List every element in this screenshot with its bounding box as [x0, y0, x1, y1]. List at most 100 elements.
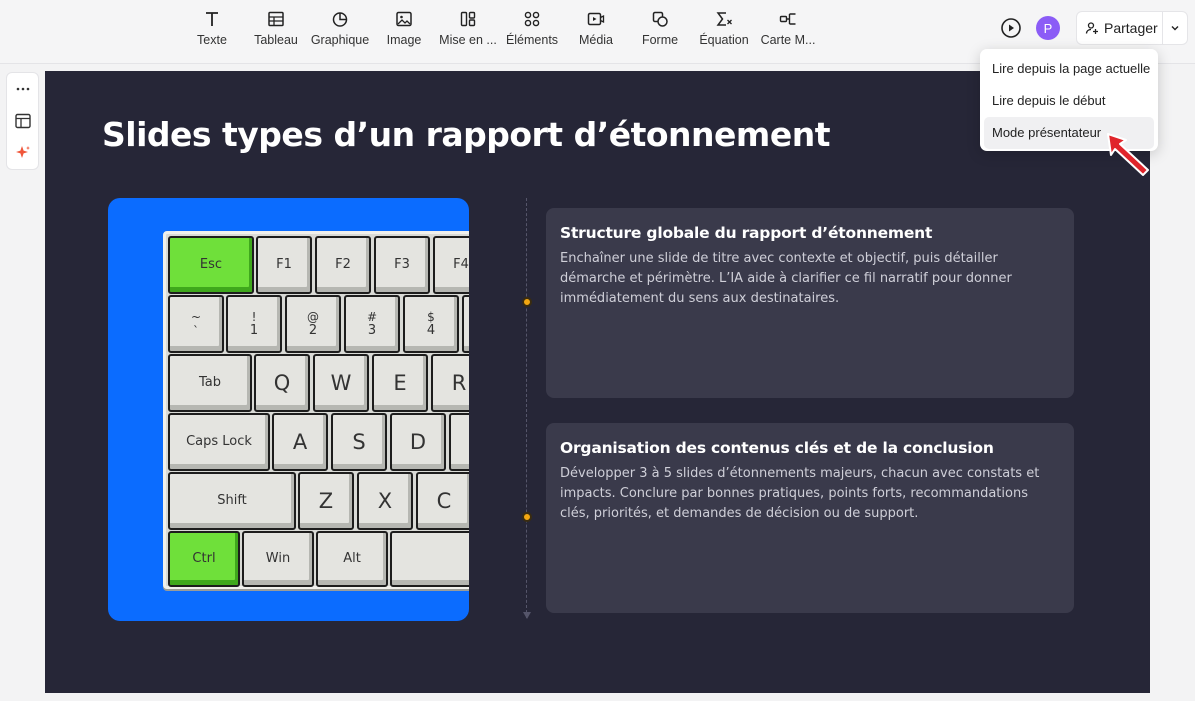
tool-label: Mise en ... — [439, 33, 497, 47]
slide-canvas[interactable]: Slides types d’un rapport d’étonnement E… — [45, 71, 1150, 693]
key-c: C — [416, 472, 469, 530]
card-body: Enchaîner une slide de titre avec contex… — [560, 251, 1012, 306]
key-s: S — [331, 413, 387, 471]
tool-label: Média — [578, 33, 614, 47]
key-label-top: $ — [427, 310, 435, 324]
key-label: S — [352, 430, 366, 454]
key-label: Shift — [217, 493, 247, 508]
chart-icon — [332, 12, 348, 27]
key-label: Ctrl — [192, 551, 216, 566]
tool-mindmap-button[interactable]: Carte M... — [750, 8, 826, 56]
add-user-icon — [1085, 22, 1098, 34]
tool-label: Carte M... — [760, 33, 816, 47]
key-tab: Tab — [168, 354, 252, 412]
slide-title[interactable]: Slides types d’un rapport d’étonnement — [102, 115, 830, 154]
key-ctrl: Ctrl — [168, 531, 240, 587]
timeline-dot — [522, 297, 532, 307]
timeline-dot — [522, 512, 532, 522]
key-label-bottom: 1 — [249, 323, 259, 338]
ai-sparkle-icon[interactable] — [14, 144, 32, 162]
key-label: Alt — [343, 551, 361, 566]
key-space — [390, 531, 469, 587]
share-button[interactable]: Partager — [1077, 12, 1163, 44]
key-1: ! 1 — [226, 295, 282, 353]
key-label: F4 — [453, 257, 469, 272]
key-label-top: # — [366, 310, 378, 324]
key-label: Esc — [199, 257, 223, 272]
key-4: $4 — [403, 295, 459, 353]
key-label: X — [377, 489, 393, 513]
key-f — [449, 413, 469, 471]
key-label-bottom: 2 — [308, 323, 318, 338]
key-label-top: @ — [307, 310, 319, 324]
mindmap-icon — [779, 13, 796, 25]
key-label: E — [393, 371, 407, 395]
equation-icon — [716, 12, 732, 26]
tool-label: Éléments — [505, 33, 559, 47]
key-label: D — [409, 430, 427, 454]
keyboard-image[interactable]: Esc F1 F2 F3 F4 ~ ` ! 1 @2 #3 $4 Tab Q W E… — [108, 198, 469, 621]
play-icon[interactable] — [1000, 17, 1022, 39]
key-label: W — [330, 371, 352, 395]
left-mini-toolbar — [6, 72, 39, 170]
key-label-bottom: ` — [193, 324, 199, 338]
card-title: Structure globale du rapport d’étonnemen… — [560, 224, 933, 242]
key-win: Win — [242, 531, 314, 587]
image-icon — [396, 11, 412, 27]
key-d: D — [390, 413, 446, 471]
key-e: E — [372, 354, 428, 412]
key-label-top: ! — [251, 310, 257, 324]
key-f2: F2 — [315, 236, 371, 294]
tool-label: Texte — [197, 33, 227, 47]
key-label: Z — [318, 489, 334, 513]
table-icon — [268, 11, 284, 27]
key-label-bottom: 3 — [367, 323, 377, 338]
key-q: Q — [254, 354, 310, 412]
card-body: Développer 3 à 5 slides d’étonnements ma… — [560, 466, 1040, 521]
key-x: X — [357, 472, 413, 530]
card-title: Organisation des contenus clés et de la … — [560, 439, 994, 457]
content-card[interactable]: Organisation des contenus clés et de la … — [546, 423, 1074, 613]
key-label: F3 — [394, 257, 410, 272]
key-f3: F3 — [374, 236, 430, 294]
share-button-group: Partager — [1076, 11, 1188, 45]
tool-label: Graphique — [310, 33, 370, 47]
key-label: Tab — [198, 375, 221, 390]
key-f4: F4 — [433, 236, 469, 294]
more-icon[interactable] — [14, 80, 32, 98]
key-f1: F1 — [256, 236, 312, 294]
media-icon — [587, 12, 605, 26]
pointer-arrow-icon — [1107, 133, 1149, 176]
key-esc: Esc — [168, 236, 254, 294]
key-caps-lock: Caps Lock — [168, 413, 270, 471]
elements-icon — [524, 11, 540, 27]
key-shift: Shift — [168, 472, 296, 530]
key-label-top: ~ — [190, 310, 202, 324]
key-a: A — [272, 413, 328, 471]
key-label: Caps Lock — [186, 434, 252, 449]
avatar[interactable]: P — [1036, 16, 1060, 40]
key-tilde: ~ ` — [168, 295, 224, 353]
key-label: A — [292, 430, 308, 454]
key-label: R — [451, 371, 467, 395]
tool-label: Image — [386, 33, 422, 47]
key-alt: Alt — [316, 531, 388, 587]
key-label-bottom: 4 — [426, 323, 436, 338]
tool-label: Équation — [699, 33, 749, 47]
key-z: Z — [298, 472, 354, 530]
key-w: W — [313, 354, 369, 412]
tool-label: Forme — [641, 33, 679, 47]
key-r: R — [431, 354, 469, 412]
menu-item-play-from-start[interactable]: Lire depuis le début — [984, 85, 1154, 117]
menu-item-play-from-current[interactable]: Lire depuis la page actuelle — [984, 53, 1154, 85]
share-dropdown-toggle[interactable] — [1163, 22, 1187, 34]
timeline-line — [526, 198, 528, 618]
key-label: F2 — [335, 257, 351, 272]
text-icon — [206, 12, 218, 26]
key-label: Q — [273, 371, 291, 395]
share-label: Partager — [1104, 20, 1158, 36]
keyboard-illustration: Esc F1 F2 F3 F4 ~ ` ! 1 @2 #3 $4 Tab Q W E… — [163, 231, 469, 589]
shape-icon — [652, 11, 668, 27]
layout-panel-icon[interactable] — [14, 112, 32, 130]
content-card[interactable]: Structure globale du rapport d’étonnemen… — [546, 208, 1074, 398]
